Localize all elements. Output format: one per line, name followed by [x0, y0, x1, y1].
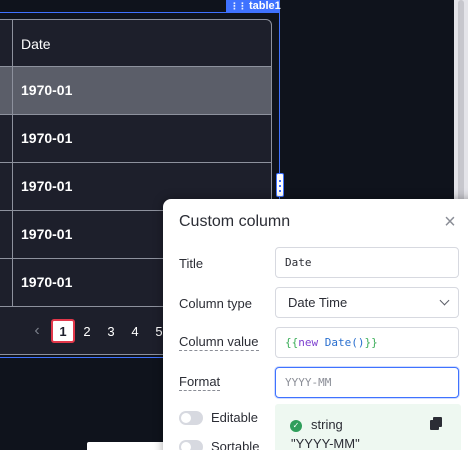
panel-title: Custom column	[179, 213, 291, 230]
editable-label: Editable	[211, 410, 258, 425]
code-close-braces: }}	[364, 336, 378, 349]
sortable-toggle[interactable]	[179, 439, 203, 450]
code-function: Date()	[324, 336, 365, 349]
copy-icon[interactable]	[430, 417, 442, 430]
preview-type: string	[311, 417, 343, 432]
code-keyword: new	[298, 336, 319, 349]
background-element	[87, 442, 167, 450]
check-circle-icon: ✓	[290, 420, 302, 432]
widget-name: table1	[249, 0, 281, 12]
column-type-value: Date Time	[288, 295, 348, 310]
format-preview: ✓ string "YYYY-MM"	[275, 404, 461, 450]
close-icon[interactable]: ×	[441, 212, 459, 232]
column-value-input[interactable]: {{new Date()}}	[275, 327, 459, 358]
format-label: Format	[179, 374, 221, 391]
sortable-toggle-row[interactable]: Sortable	[179, 439, 259, 450]
widget-name-tag[interactable]: ⋮⋮ table1	[226, 0, 281, 13]
custom-column-panel: Custom column × Title Date Column type D…	[163, 199, 468, 450]
column-value-label: Column value	[179, 334, 259, 351]
chevron-down-icon	[439, 295, 450, 306]
sortable-label: Sortable	[211, 439, 260, 450]
column-type-label: Column type	[179, 296, 252, 311]
code-open-braces: {{	[285, 336, 299, 349]
title-label: Title	[179, 256, 204, 271]
title-input[interactable]: Date	[275, 247, 459, 278]
editable-toggle-row[interactable]: Editable	[179, 410, 258, 425]
editable-toggle[interactable]	[179, 410, 203, 425]
preview-value: "YYYY-MM"	[291, 436, 360, 450]
column-type-select[interactable]: Date Time	[275, 287, 459, 318]
resize-handle[interactable]	[276, 173, 284, 197]
format-input[interactable]: YYYY-MM	[275, 367, 459, 398]
drag-handle-icon[interactable]: ⋮⋮	[230, 0, 247, 13]
